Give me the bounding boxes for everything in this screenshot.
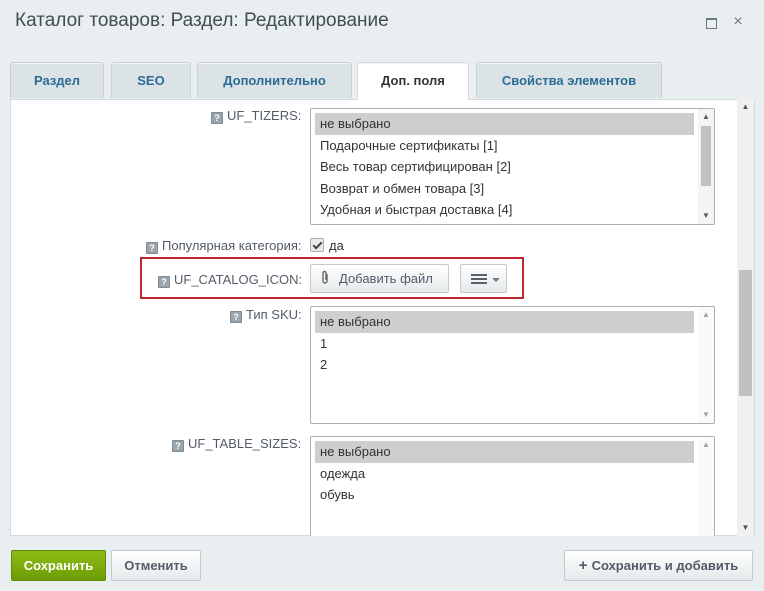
tab-additional[interactable]: Дополнительно	[197, 62, 352, 98]
tab-extra-fields[interactable]: Доп. поля	[357, 62, 469, 100]
add-file-button[interactable]: Добавить файл	[310, 264, 449, 293]
list-item[interactable]: одежда	[315, 463, 694, 485]
maximize-icon[interactable]	[702, 14, 718, 30]
listbox-scrollbar[interactable]: ▲	[698, 437, 714, 536]
cancel-button[interactable]: Отменить	[111, 550, 201, 581]
popular-category-checkbox[interactable]	[310, 238, 324, 252]
popular-category-label: ? Популярная категория:	[146, 238, 302, 254]
save-and-add-button[interactable]: + Сохранить и добавить	[564, 550, 753, 581]
scroll-up-icon[interactable]: ▲	[698, 438, 714, 452]
list-item[interactable]: 1	[315, 333, 694, 355]
scroll-down-icon[interactable]: ▼	[737, 520, 754, 536]
list-item[interactable]: Подарочные сертификаты [1]	[315, 135, 694, 157]
uf-table-sizes-listbox[interactable]: не выбрано одежда обувь ▲	[310, 436, 715, 536]
sku-type-listbox[interactable]: не выбрано 1 2 ▲ ▼	[310, 306, 715, 424]
close-icon[interactable]: ×	[730, 14, 746, 30]
list-item[interactable]: не выбрано	[315, 441, 694, 463]
list-item[interactable]: Удобная и быстрая доставка [4]	[315, 199, 694, 221]
listbox-scrollbar[interactable]: ▲ ▼	[698, 109, 714, 224]
help-icon[interactable]: ?	[230, 311, 242, 323]
help-icon[interactable]: ?	[146, 242, 158, 254]
scroll-up-icon[interactable]: ▲	[698, 308, 714, 322]
dialog-titlebar: Каталог товаров: Раздел: Редактирование …	[0, 0, 764, 46]
scroll-thumb[interactable]	[701, 126, 711, 186]
sku-type-label: ? Тип SKU:	[230, 307, 302, 323]
listbox-scrollbar[interactable]: ▲ ▼	[698, 307, 714, 423]
dialog-title: Каталог товаров: Раздел: Редактирование	[15, 10, 389, 31]
help-icon[interactable]: ?	[211, 112, 223, 124]
uf-tizers-label: ? UF_TIZERS:	[211, 108, 301, 124]
plus-icon: +	[578, 557, 588, 574]
scroll-thumb[interactable]	[739, 270, 752, 396]
tab-section[interactable]: Раздел	[10, 62, 104, 98]
save-and-add-label: Сохранить и добавить	[591, 558, 739, 573]
tab-element-properties[interactable]: Свойства элементов	[476, 62, 662, 98]
list-item[interactable]: 2	[315, 354, 694, 376]
help-icon[interactable]: ?	[172, 440, 184, 452]
uf-tizers-listbox[interactable]: не выбрано Подарочные сертификаты [1] Ве…	[310, 108, 715, 225]
uf-table-sizes-label: ? UF_TABLE_SIZES:	[172, 436, 301, 452]
list-item[interactable]: обувь	[315, 484, 694, 506]
help-icon[interactable]: ?	[158, 276, 170, 288]
scroll-up-icon[interactable]: ▲	[698, 110, 714, 124]
file-menu-button[interactable]	[460, 264, 507, 293]
paperclip-icon	[320, 265, 330, 292]
popular-category-value: да	[329, 238, 344, 253]
list-item[interactable]: не выбрано	[315, 311, 694, 333]
list-item[interactable]: Возврат и обмен товара [3]	[315, 178, 694, 200]
chevron-down-icon	[492, 278, 500, 282]
tab-seo[interactable]: SEO	[111, 62, 191, 98]
uf-catalog-icon-label: ? UF_CATALOG_ICON:	[158, 272, 302, 288]
add-file-label: Добавить файл	[339, 271, 433, 286]
list-item[interactable]: не выбрано	[315, 113, 694, 135]
menu-icon	[471, 274, 487, 284]
save-button[interactable]: Сохранить	[11, 550, 106, 581]
scroll-up-icon[interactable]: ▲	[737, 99, 754, 115]
panel-scrollbar[interactable]: ▲ ▼	[737, 99, 754, 536]
scroll-down-icon[interactable]: ▼	[698, 408, 714, 422]
scroll-down-icon[interactable]: ▼	[698, 209, 714, 223]
tab-bar: Раздел SEO Дополнительно Доп. поля Свойс…	[10, 62, 754, 100]
list-item[interactable]: Весь товар сертифицирован [2]	[315, 156, 694, 178]
